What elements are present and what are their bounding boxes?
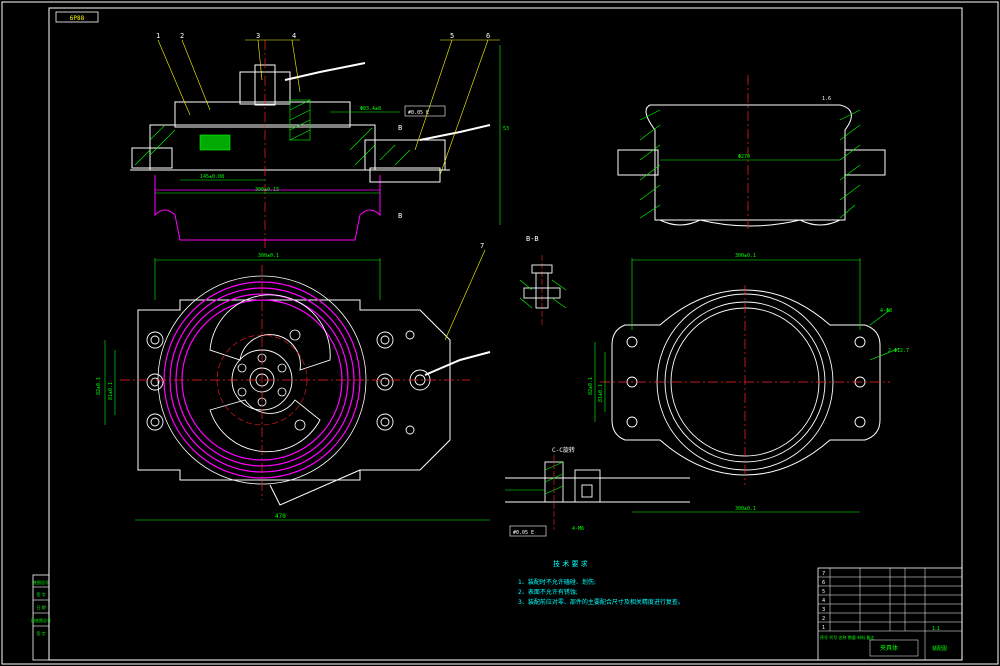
title-scale: 1:1 [932,626,940,632]
plan-clamp-lever [424,351,491,376]
section-bb-detail: B-B [519,235,567,325]
dim-top-tol: #0.05 E [408,110,429,116]
dim-top-ra: Φ83.4±8 [360,106,381,112]
title-row-6: 6 [822,580,825,586]
hidden-workpiece [154,175,381,241]
side-label-1: 底图总号 [33,579,49,585]
side-label-5: 签 字 [36,630,45,636]
dim-right-hole1: 4-Φ8 [880,308,892,314]
cad-drawing-canvas: 6P88 1 2 3 4 5 6 145±0.08 300±0.15 53 Φ8… [1,1,999,665]
side-approval-strip: 底图总号 签 字 日 期 旧底图总号 签 字 [31,574,51,661]
tech-req-item-1: 1、装配时不允许磕碰、划伤; [518,578,596,586]
dim-top-height: 53 [503,126,509,132]
ra-right: 1.6 [822,96,831,102]
tech-req-item-3: 3、装配前应对零、部件的主要配合尺寸及相关精度进行复查。 [518,598,684,606]
dim-cc-holes: 4-M6 [572,526,584,532]
part-number-7: 7 [480,242,484,250]
title-header: 序号 代号 名称 数量 材料 备注 [820,634,874,640]
side-label-2: 签 字 [36,591,45,597]
section-mark-b-bottom: B [398,212,402,220]
drawing-code-box: 6P88 [55,11,99,23]
section-cc-detail: C-C旋转 #0.05 E 4-M6 [505,446,690,537]
dim-right-h2: 81±0.1 [598,384,604,402]
title-row-3: 3 [822,607,825,613]
dim-top-width2: 300±0.15 [255,187,279,193]
title-row-4: 4 [822,598,825,604]
title-block: 7 6 5 4 3 2 1 序号 代号 名称 数量 材料 备注 夹具体 装配图 … [817,567,963,661]
title-name: 夹具体 [880,644,898,652]
body-plate-outline [611,289,881,476]
side-label-3: 日 期 [36,604,45,610]
dim-main-total: 470 [275,513,286,520]
part-number-2: 2 [180,32,184,40]
body-plan-view: 300±0.1 300±0.1 82±0.1 81±0.1 4-Φ8 2-Φ12… [588,253,909,513]
tech-req-title: 技 术 要 求 [553,559,588,568]
title-subtitle: 装配图 [932,645,947,652]
part-number-1: 1 [156,32,160,40]
dim-main-width: 300±0.1 [258,253,279,259]
title-row-2: 2 [822,616,825,622]
part-number-6: 6 [486,32,490,40]
dim-right-hole2: 2-Φ12.7 [888,348,909,354]
side-label-4: 旧底图总号 [31,617,51,623]
body-section-view: Φ270 1.6 [617,75,886,230]
drawing-code: 6P88 [70,15,85,22]
dim-right-w2: 300±0.1 [735,506,756,512]
title-row-1: 1 [822,625,825,631]
title-row-7: 7 [822,571,825,577]
main-plan-view: 300±0.1 470 82±0.1 81±0.1 7 [96,242,491,521]
dim-top-width1: 145±0.08 [200,174,224,180]
section-mark-b-top: B [398,124,402,132]
dim-right-dia: Φ270 [738,154,750,160]
part-number-5: 5 [450,32,454,40]
part-number-4: 4 [292,32,296,40]
section-cc-label: C-C旋转 [552,446,575,454]
title-row-5: 5 [822,589,825,595]
dim-cc-tol: #0.05 E [513,530,534,536]
part-number-3: 3 [256,32,260,40]
technical-requirements: 技 术 要 求 1、装配时不允许磕碰、划伤; 2、表面不允许有锈蚀; 3、装配前… [518,559,684,606]
section-bb-label: B-B [526,235,539,243]
tech-req-item-2: 2、表面不允许有锈蚀; [518,588,578,596]
dim-right-w1: 300±0.1 [735,253,756,259]
dim-main-v1: 82±0.1 [96,377,102,395]
dim-right-h1: 82±0.1 [588,377,594,395]
top-section-view: 1 2 3 4 5 6 145±0.08 300±0.15 53 Φ83.4±8… [130,32,509,250]
dim-main-v2: 81±0.1 [108,382,114,400]
